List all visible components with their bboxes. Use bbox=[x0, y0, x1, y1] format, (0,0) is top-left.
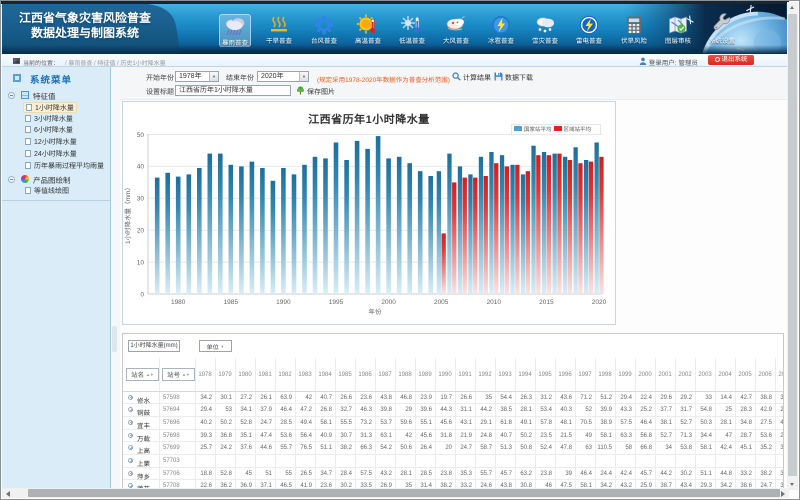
svg-text:20: 20 bbox=[137, 228, 145, 235]
svg-text:0: 0 bbox=[140, 291, 144, 298]
svg-text:10: 10 bbox=[137, 259, 145, 266]
svg-text:40: 40 bbox=[137, 164, 145, 171]
svg-text:2015: 2015 bbox=[539, 299, 554, 306]
svg-text:2010: 2010 bbox=[487, 299, 502, 306]
svg-text:50: 50 bbox=[137, 132, 145, 139]
svg-text:年份: 年份 bbox=[369, 308, 383, 316]
svg-text:1995: 1995 bbox=[329, 299, 344, 306]
svg-text:2020: 2020 bbox=[592, 299, 607, 306]
svg-text:1小时降水量（mm）: 1小时降水量（mm） bbox=[124, 184, 132, 244]
svg-text:30: 30 bbox=[137, 196, 145, 203]
svg-text:2005: 2005 bbox=[434, 299, 449, 306]
svg-text:1980: 1980 bbox=[171, 299, 186, 306]
svg-text:1990: 1990 bbox=[276, 299, 291, 306]
svg-text:1985: 1985 bbox=[224, 299, 239, 306]
svg-text:2000: 2000 bbox=[381, 299, 396, 306]
